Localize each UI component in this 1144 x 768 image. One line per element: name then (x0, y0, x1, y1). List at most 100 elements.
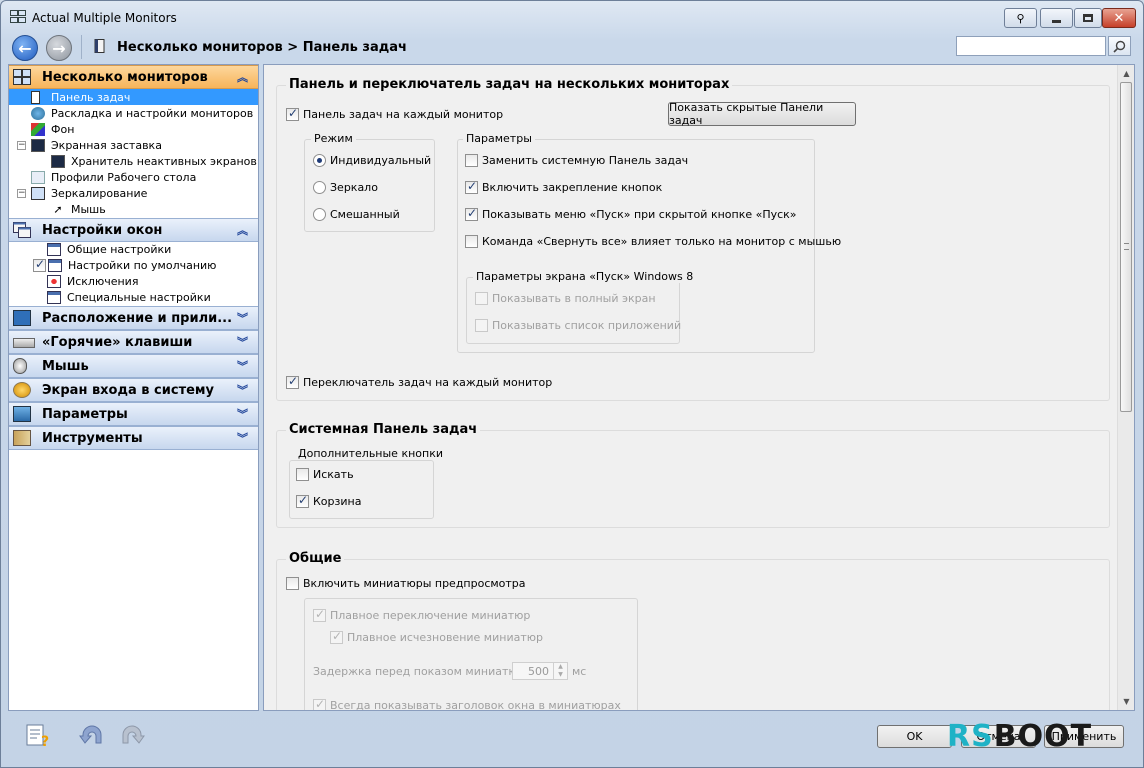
expander-mirroring[interactable]: − (17, 189, 26, 198)
option-label: Включить миниатюры предпросмотра (303, 577, 526, 590)
thumbnails-checkbox[interactable] (286, 577, 299, 590)
search-input[interactable] (956, 36, 1106, 56)
radio-individual[interactable] (313, 154, 326, 167)
smooth-switch-checkbox[interactable] (313, 607, 326, 622)
switcher-each-monitor-checkbox[interactable] (286, 374, 299, 389)
smooth-fade-checkbox[interactable] (330, 629, 343, 644)
sidebar-item-exclusions[interactable]: Исключения (47, 273, 138, 289)
radio-mixed[interactable] (313, 208, 326, 221)
option-label: Команда «Свернуть все» влияет только на … (482, 235, 842, 248)
group-title: Общие (286, 551, 345, 566)
keyboard-icon (13, 338, 35, 348)
recycle-bin-checkbox[interactable] (296, 493, 309, 508)
stepper-arrows-icon[interactable]: ▲ ▼ (553, 663, 567, 679)
sidebar-item-mouse[interactable]: ➚ Мышь (51, 201, 105, 217)
apps-list-option[interactable]: Показывать список приложений (475, 319, 681, 332)
expand-chevron-icon[interactable]: ︾ (237, 358, 248, 374)
sidebar-item-profiles[interactable]: Профили Рабочего стола (31, 169, 196, 185)
section-hotkeys[interactable]: «Горячие» клавиши ︾ (9, 330, 258, 354)
expand-chevron-icon[interactable]: ︾ (237, 310, 248, 326)
collapse-chevron-icon[interactable]: ︽ (237, 222, 248, 238)
mode-option-mirror[interactable]: Зеркало (313, 181, 378, 194)
back-button[interactable]: ← (12, 35, 38, 61)
mode-option-mixed[interactable]: Смешанный (313, 208, 400, 221)
taskbar-each-monitor-checkbox[interactable] (286, 106, 299, 121)
ok-button[interactable]: OK (877, 725, 952, 748)
maximize-button[interactable] (1074, 8, 1102, 28)
win8-group (466, 277, 680, 344)
expand-chevron-icon[interactable]: ︾ (237, 430, 248, 446)
back-arrow-icon: ← (18, 38, 32, 58)
screensaver-icon (31, 138, 45, 152)
smooth-switch-option[interactable]: Плавное переключение миниатюр (313, 607, 530, 622)
sidebar-item-wallpaper[interactable]: Фон (31, 121, 74, 137)
search-button-option[interactable]: Искать (296, 468, 354, 481)
scroll-thumb[interactable] (1120, 82, 1132, 412)
section-logon-screen[interactable]: Экран входа в систему ︾ (9, 378, 258, 402)
fullscreen-option[interactable]: Показывать в полный экран (475, 292, 656, 305)
pin-buttons-option[interactable]: Включить закрепление кнопок (465, 179, 662, 194)
show-hidden-taskbars-button[interactable]: Показать скрытые Панели задач (668, 101, 856, 127)
apps-list-checkbox[interactable] (475, 319, 488, 332)
sidebar-item-screensaver[interactable]: Экранная заставка (31, 137, 162, 153)
switcher-each-monitor-option[interactable]: Переключатель задач на каждый монитор (286, 374, 552, 389)
taskbar-each-monitor-option[interactable]: Панель задач на каждый монитор (286, 106, 503, 121)
vertical-scrollbar[interactable]: ▲ ▼ (1117, 65, 1134, 710)
always-title-option[interactable]: Всегда показывать заголовок окна в миниа… (313, 697, 621, 711)
start-menu-checkbox[interactable] (465, 206, 478, 221)
start-menu-option[interactable]: Показывать меню «Пуск» при скрытой кнопк… (465, 206, 797, 221)
section-options[interactable]: Параметры ︾ (9, 402, 258, 426)
thumbnails-option[interactable]: Включить миниатюры предпросмотра (286, 577, 526, 590)
section-mouse[interactable]: Мышь ︾ (9, 354, 258, 378)
sidebar-item-defaults[interactable]: Настройки по умолчанию (33, 257, 216, 273)
fullscreen-checkbox[interactable] (475, 292, 488, 305)
section-label: Расположение и прили... (42, 311, 233, 326)
expander-screensaver[interactable]: − (17, 141, 26, 150)
scroll-up-icon[interactable]: ▲ (1118, 65, 1134, 82)
delay-stepper[interactable]: 500 ▲ ▼ (512, 662, 568, 680)
recycle-bin-option[interactable]: Корзина (296, 493, 361, 508)
radio-mirror[interactable] (313, 181, 326, 194)
sidebar-item-special[interactable]: Специальные настройки (47, 289, 211, 305)
mode-option-individual[interactable]: Индивидуальный (313, 154, 431, 167)
sidebar-item-inactive-saver[interactable]: Хранитель неактивных экранов (51, 153, 257, 169)
expand-chevron-icon[interactable]: ︾ (237, 334, 248, 350)
watermark: RSBOOT (947, 719, 1092, 754)
pin-buttons-checkbox[interactable] (465, 179, 478, 194)
section-placement[interactable]: Расположение и прили... ︾ (9, 306, 258, 330)
sidebar-item-layout[interactable]: Раскладка и настройки мониторов (31, 105, 253, 121)
option-label: Всегда показывать заголовок окна в миниа… (330, 699, 621, 711)
layout-icon (31, 106, 45, 120)
redo-button[interactable] (119, 723, 145, 747)
replace-taskbar-option[interactable]: Заменить системную Панель задач (465, 154, 688, 167)
minimize-all-option[interactable]: Команда «Свернуть все» влияет только на … (465, 235, 841, 248)
forward-button[interactable]: → (46, 35, 72, 61)
search-button[interactable] (1108, 36, 1131, 56)
replace-taskbar-checkbox[interactable] (465, 154, 478, 167)
sidebar-item-mirroring[interactable]: Зеркалирование (31, 185, 147, 201)
always-title-checkbox[interactable] (313, 697, 326, 710)
watermark-part2: BOOT (993, 719, 1093, 754)
pin-button[interactable]: ⚲ (1004, 8, 1037, 28)
option-label: Смешанный (330, 208, 400, 221)
sidebar-item-taskbar[interactable]: Панель задач (9, 89, 258, 105)
group-title: Панель и переключатель задач на нескольк… (286, 77, 733, 92)
minimize-all-checkbox[interactable] (465, 235, 478, 248)
close-button[interactable]: ✕ (1102, 8, 1136, 28)
defaults-checkbox[interactable] (33, 257, 46, 272)
section-window-settings[interactable]: Настройки окон ︽ (9, 218, 258, 242)
expand-chevron-icon[interactable]: ︾ (237, 406, 248, 422)
collapse-chevron-icon[interactable]: ︽ (237, 69, 248, 85)
window-icon (47, 242, 61, 256)
smooth-fade-option[interactable]: Плавное исчезновение миниатюр (330, 629, 543, 644)
undo-button[interactable] (79, 723, 105, 747)
sidebar-item-general[interactable]: Общие настройки (47, 241, 171, 257)
window-icon (47, 290, 61, 304)
search-checkbox[interactable] (296, 468, 309, 481)
expand-chevron-icon[interactable]: ︾ (237, 382, 248, 398)
scroll-down-icon[interactable]: ▼ (1118, 693, 1134, 710)
section-multiple-monitors[interactable]: Несколько мониторов ︽ (9, 65, 258, 89)
section-tools[interactable]: Инструменты ︾ (9, 426, 258, 450)
minimize-button[interactable] (1040, 8, 1073, 28)
help-button[interactable]: ? (25, 723, 51, 750)
